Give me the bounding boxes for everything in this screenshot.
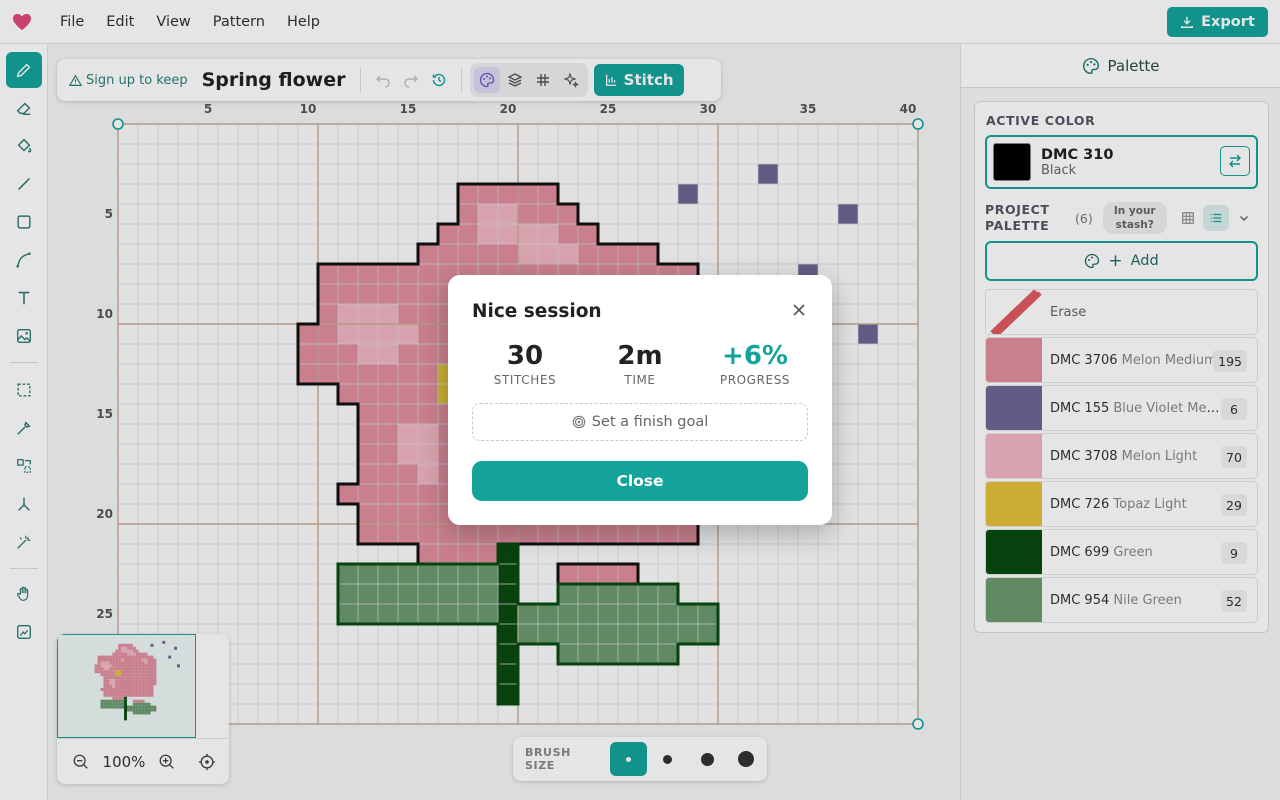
stat-label: STITCHES [493,373,557,387]
close-icon[interactable] [790,301,808,319]
stat-stitches: 30 STITCHES [465,341,585,387]
set-goal-button[interactable]: Set a finish goal [472,403,808,441]
stat-time: 2m TIME [580,341,700,387]
target-icon [572,415,585,429]
stat-label: PROGRESS [719,373,791,387]
dialog-title: Nice session [472,301,602,322]
stat-label: TIME [624,373,656,387]
stat-progress: +6% PROGRESS [695,341,815,387]
stat-value: +6% [722,341,788,371]
close-button[interactable]: Close [472,461,808,501]
stat-value: 30 [506,341,544,371]
stat-value: 2m [617,341,663,371]
session-summary-dialog: Nice session 30 STITCHES 2m TIME +6% PRO… [448,275,832,525]
goal-label: Set a finish goal [591,414,709,430]
